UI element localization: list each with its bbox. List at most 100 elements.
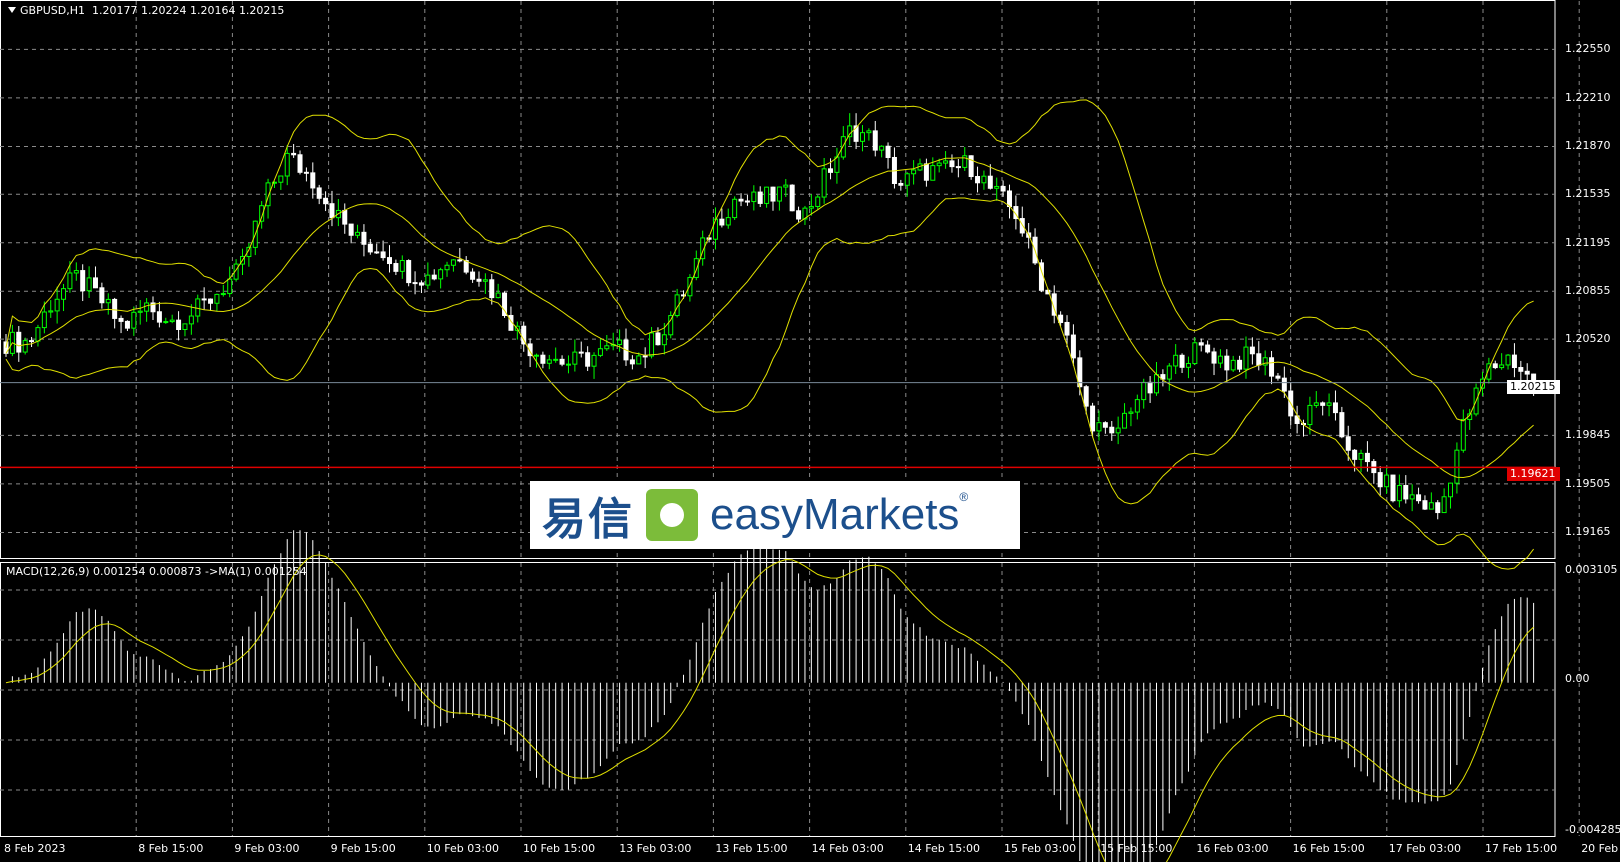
candle-body (783, 184, 789, 188)
candle-body (1416, 494, 1422, 502)
candle-body (578, 351, 584, 354)
candle-body (1384, 474, 1390, 488)
candle-body (866, 130, 872, 134)
candle-body (1313, 402, 1319, 406)
candle-body (968, 155, 974, 178)
candle-body (981, 175, 987, 184)
candle-body (61, 288, 67, 300)
candle-body (361, 231, 367, 245)
candle-body (1396, 485, 1402, 502)
candle-body (188, 315, 194, 325)
candle-body (1090, 405, 1096, 432)
candle-body (636, 355, 642, 365)
candle-body (572, 351, 578, 365)
candle-body (22, 340, 28, 353)
candle-body (975, 176, 981, 184)
candle-body (291, 152, 297, 156)
candle-body (73, 270, 79, 274)
chart-canvas[interactable] (0, 0, 1620, 862)
candle-body (201, 298, 207, 301)
candle-body (1237, 359, 1243, 370)
macd-label: MACD(12,26,9) 0.001254 0.000873 ->MA(1) … (6, 565, 307, 578)
candle-body (597, 348, 603, 356)
candle-body (124, 320, 130, 329)
candle-body (214, 293, 220, 304)
candle-body (1281, 377, 1287, 392)
time-axis-label: 14 Feb 03:00 (811, 842, 884, 855)
price-axis-label: 1.19845 (1565, 428, 1611, 442)
price-axis-label: 1.22210 (1565, 90, 1611, 104)
candle-body (1070, 334, 1076, 359)
candle-body (1122, 412, 1128, 429)
candle-body (1460, 418, 1466, 451)
price-axis-label: 1.21195 (1565, 235, 1611, 249)
candle-body (278, 175, 284, 183)
candle-body (1524, 370, 1530, 375)
candle-body (1102, 422, 1108, 428)
candle-body (668, 315, 674, 336)
candle-body (1096, 422, 1102, 432)
candle-body (316, 187, 322, 199)
candle-body (482, 279, 488, 282)
candle-body (725, 217, 731, 226)
candle-body (949, 160, 955, 168)
candle-body (923, 163, 929, 181)
candle-body (284, 152, 290, 177)
candle-body (859, 132, 865, 142)
candle-body (105, 298, 111, 304)
candle-body (591, 354, 597, 367)
candle-body (1377, 472, 1383, 488)
candle-body (1352, 449, 1358, 460)
candle-body (1243, 346, 1249, 370)
candle-body (176, 319, 182, 331)
candle-body (35, 327, 41, 342)
candle-body (540, 354, 546, 364)
time-axis-label: 15 Feb 15:00 (1100, 842, 1173, 855)
dropdown-icon[interactable] (8, 7, 16, 13)
macd-axis-zero: 0.00 (1565, 672, 1590, 685)
time-axis-label: 8 Feb 15:00 (138, 842, 204, 855)
time-axis-label: 16 Feb 03:00 (1196, 842, 1269, 855)
candle-body (425, 274, 431, 286)
candle-body (387, 257, 392, 265)
candle-body (1006, 190, 1012, 208)
candle-body (169, 319, 175, 323)
candle-body (911, 169, 917, 175)
candle-body (987, 175, 993, 189)
candle-body (342, 209, 348, 225)
candle-body (642, 355, 648, 358)
candle-body (1185, 363, 1191, 368)
price-axis-label: 1.21870 (1565, 139, 1611, 153)
candle-body (348, 223, 354, 236)
candle-body (1115, 427, 1121, 434)
candle-body (764, 186, 770, 204)
candle-body (227, 278, 233, 295)
candle-body (1332, 402, 1338, 414)
candle-body (406, 260, 412, 284)
time-axis-label: 8 Feb 2023 (4, 842, 66, 855)
candle-body (559, 358, 565, 365)
price-axis-label: 1.21535 (1565, 187, 1611, 201)
candle-body (955, 166, 961, 169)
red-level-tag: 1.19621 (1507, 467, 1560, 481)
macd-axis-bottom: -0.004285 (1565, 823, 1620, 836)
candle-body (1179, 354, 1185, 368)
candle-body (1128, 411, 1134, 414)
symbol-label: GBPUSD,H1 (20, 4, 85, 17)
candle-body (719, 218, 725, 226)
candle-body (534, 354, 540, 357)
time-axis-label: 13 Feb 03:00 (619, 842, 692, 855)
candle-body (92, 277, 98, 289)
candle-body (367, 243, 373, 253)
candle-body (297, 154, 303, 173)
candle-body (444, 264, 450, 271)
candle-body (1499, 364, 1505, 369)
candle-body (195, 298, 201, 317)
symbol-header[interactable]: GBPUSD,H1 1.20177 1.20224 1.20164 1.2021… (8, 4, 284, 17)
candle-body (1173, 354, 1179, 367)
candle-body (450, 259, 456, 266)
candle-body (904, 173, 910, 186)
time-axis-label: 17 Feb 03:00 (1388, 842, 1461, 855)
candle-body (655, 332, 661, 346)
candle-body (1358, 452, 1364, 460)
